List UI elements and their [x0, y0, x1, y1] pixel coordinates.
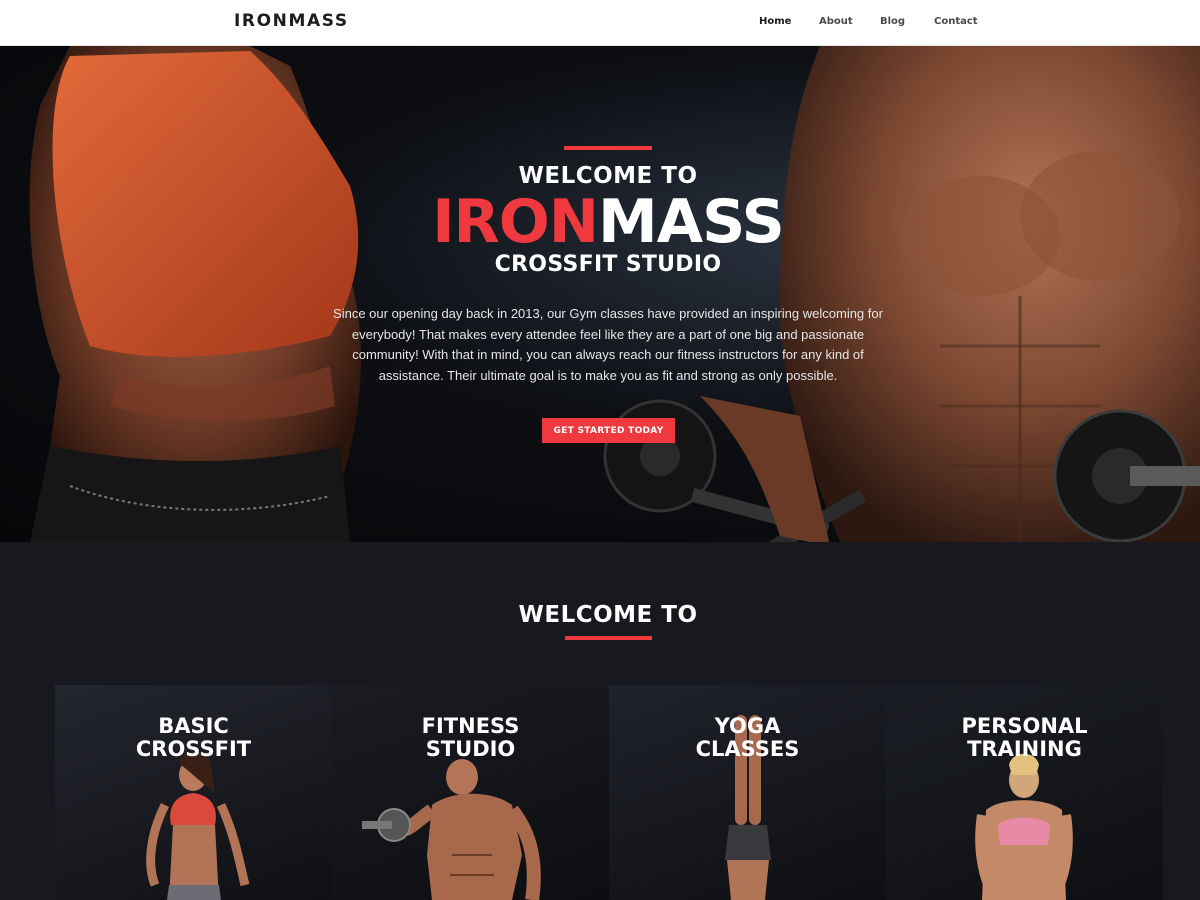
- hero-accent-line: [564, 146, 652, 150]
- card-title-basic-crossfit: BASIC CROSSFIT: [135, 714, 252, 761]
- card-personal-training[interactable]: PERSONAL TRAINING: [886, 685, 1163, 900]
- hero-section: WELCOME TO IRONMASS CROSSFIT STUDIO Sinc…: [0, 46, 1200, 542]
- card-fitness-studio[interactable]: FITNESS STUDIO: [332, 685, 609, 900]
- class-cards: BASIC CROSSFIT FITNESS STUDIO YOGA CLASS…: [55, 685, 1163, 900]
- nav-about-link[interactable]: About: [819, 16, 853, 27]
- nav-contact-link[interactable]: Contact: [934, 16, 978, 27]
- get-started-button[interactable]: GET STARTED TODAY: [542, 418, 675, 443]
- section-title: WELCOME TO: [518, 602, 698, 628]
- site-header: IRONMASS Home About Blog Contact: [0, 0, 1200, 46]
- card-title-fitness-studio: FITNESS STUDIO: [421, 714, 520, 761]
- main-nav: Home About Blog Contact: [0, 16, 1200, 30]
- hero-description: Since our opening day back in 2013, our …: [333, 306, 883, 384]
- card-title-yoga-classes: YOGA CLASSES: [695, 714, 800, 761]
- card-title-personal-training: PERSONAL TRAINING: [961, 714, 1088, 761]
- nav-home-link[interactable]: Home: [759, 16, 791, 27]
- hero-subtitle: CROSSFIT STUDIO: [494, 252, 722, 277]
- hero-brand-white: MASS: [597, 187, 785, 257]
- nav-blog-link[interactable]: Blog: [880, 16, 905, 27]
- welcome-section: WELCOME TO BASIC CROSSFIT FITNESS STUDIO…: [0, 542, 1200, 900]
- hero-brand-red: IRON: [432, 187, 599, 257]
- hero-brand-heading: IRONMASS: [300, 186, 916, 258]
- hero-content: WELCOME TO IRONMASS CROSSFIT STUDIO Sinc…: [300, 46, 900, 542]
- card-basic-crossfit[interactable]: BASIC CROSSFIT: [55, 685, 332, 900]
- card-yoga-classes[interactable]: YOGA CLASSES: [609, 685, 886, 900]
- section-accent-line: [565, 636, 652, 640]
